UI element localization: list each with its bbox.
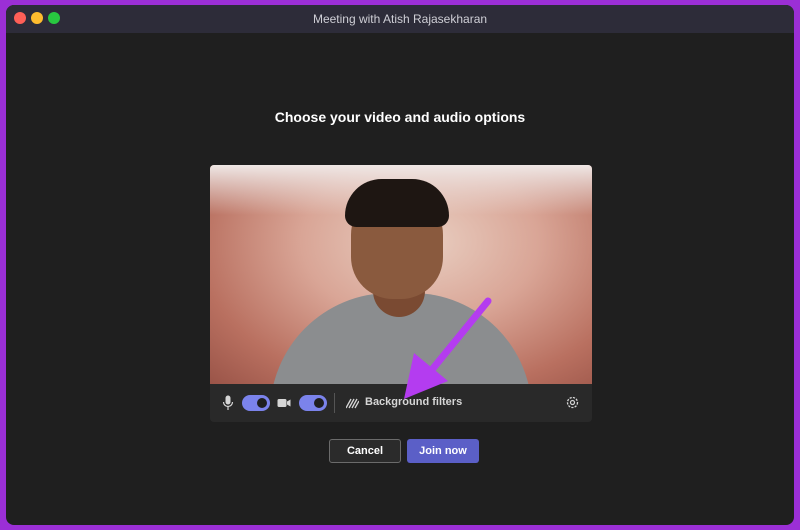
background-filters-icon[interactable] xyxy=(346,397,359,409)
camera-icon xyxy=(277,399,291,407)
camera-toggle[interactable] xyxy=(299,395,327,411)
annotation-arrow-icon xyxy=(404,297,492,399)
gear-icon[interactable] xyxy=(565,395,580,410)
microphone-toggle[interactable] xyxy=(242,395,270,411)
cancel-button[interactable]: Cancel xyxy=(329,439,401,463)
join-now-button[interactable]: Join now xyxy=(407,439,479,463)
window-title: Meeting with Atish Rajasekharan xyxy=(312,12,488,26)
app-window: Meeting with Atish Rajasekharan Choose y… xyxy=(6,5,794,525)
page-heading: Choose your video and audio options xyxy=(274,109,526,125)
microphone-icon xyxy=(222,395,234,410)
controls-divider xyxy=(334,393,335,413)
person-hair xyxy=(345,179,449,227)
title-bar: Meeting with Atish Rajasekharan xyxy=(6,5,794,33)
